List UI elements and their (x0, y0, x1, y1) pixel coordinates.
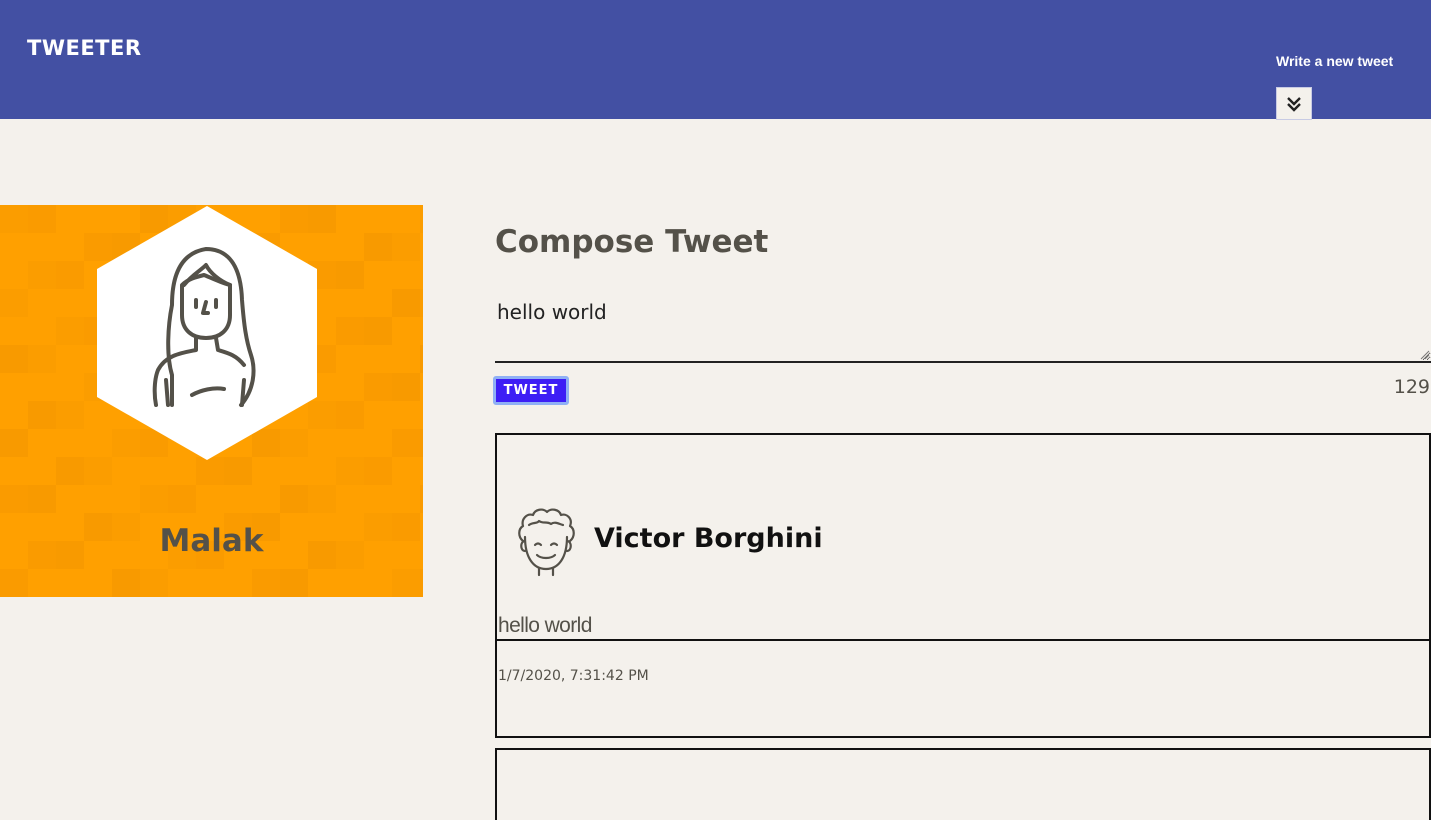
pattern-tile (392, 233, 420, 261)
pattern-tile (252, 569, 280, 597)
pattern-tile (420, 205, 423, 233)
top-navbar: TWEETER Write a new tweet (0, 0, 1431, 120)
pattern-tile (0, 345, 28, 373)
tweet-submit-button[interactable]: TWEET (493, 376, 569, 405)
pattern-tile (84, 457, 112, 485)
profile-card: Malak (0, 205, 423, 597)
woman-avatar-icon (97, 206, 317, 460)
pattern-tile (28, 485, 56, 513)
pattern-tile (0, 429, 28, 457)
pattern-tile (336, 261, 364, 289)
pattern-tile (56, 317, 84, 345)
pattern-tile (420, 485, 423, 513)
resize-grip-icon[interactable] (1420, 350, 1430, 360)
pattern-tile (420, 429, 423, 457)
pattern-tile (0, 569, 28, 597)
profile-name: Malak (159, 523, 264, 559)
tweet-card (495, 748, 1431, 820)
pattern-tile (336, 457, 364, 485)
pattern-tile (392, 373, 420, 401)
tweet-card: Victor Borghini hello world 1/7/2020, 7:… (495, 433, 1431, 738)
pattern-tile (364, 233, 392, 261)
pattern-tile (308, 485, 336, 513)
curly-hair-man-avatar-icon (518, 508, 575, 577)
tweet-author-name: Victor Borghini (594, 523, 823, 554)
pattern-tile (28, 401, 56, 429)
pattern-tile (420, 569, 423, 597)
tweet-text-input[interactable] (495, 292, 1431, 363)
pattern-tile (56, 401, 84, 429)
pattern-tile (364, 457, 392, 485)
compose-title: Compose Tweet (495, 224, 769, 260)
tweet-content: hello world (498, 614, 592, 637)
pattern-tile (28, 345, 56, 373)
pattern-tile (392, 429, 420, 457)
character-counter: 129 (1393, 376, 1430, 398)
pattern-tile (420, 345, 423, 373)
pattern-tile (336, 401, 364, 429)
write-new-tweet-link[interactable]: Write a new tweet (1276, 53, 1393, 69)
pattern-tile (0, 485, 28, 513)
pattern-tile (392, 289, 420, 317)
pattern-tile (196, 457, 224, 485)
pattern-tile (140, 569, 168, 597)
pattern-tile (140, 485, 168, 513)
pattern-tile (336, 317, 364, 345)
pattern-tile (0, 205, 28, 233)
pattern-tile (420, 289, 423, 317)
pattern-tile (28, 261, 56, 289)
pattern-tile (364, 373, 392, 401)
pattern-tile (364, 317, 392, 345)
pattern-tile (280, 485, 308, 513)
tweet-divider (497, 639, 1429, 641)
compose-toggle-button[interactable] (1276, 87, 1312, 120)
pattern-tile (392, 569, 420, 597)
pattern-tile (56, 261, 84, 289)
tweet-header: Victor Borghini hello world (497, 435, 1429, 639)
profile-avatar (96, 205, 318, 461)
pattern-tile (224, 457, 252, 485)
double-chevron-down-icon (1287, 96, 1301, 112)
pattern-tile (56, 457, 84, 485)
pattern-tile (28, 205, 56, 233)
tweet-timestamp: 1/7/2020, 7:31:42 PM (498, 668, 649, 684)
pattern-tile (112, 569, 140, 597)
pattern-tile (168, 485, 196, 513)
brand-logo[interactable]: TWEETER (27, 36, 142, 60)
pattern-tile (280, 569, 308, 597)
pattern-tile (0, 289, 28, 317)
